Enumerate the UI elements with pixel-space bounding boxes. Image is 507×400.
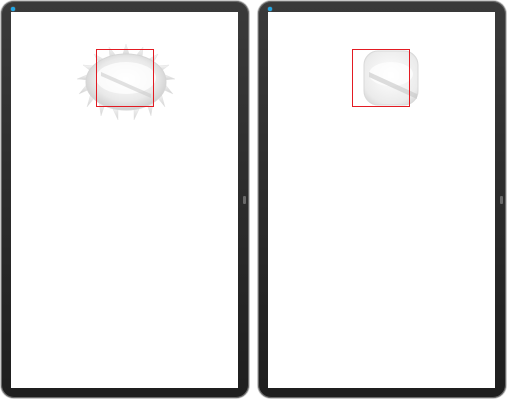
tablet-device-right [258,1,506,398]
front-camera-icon [11,7,15,11]
tablet-device-left [1,1,249,398]
highlight-box-right [352,49,410,107]
tablet-screen-left[interactable] [11,12,238,388]
front-camera-icon [268,7,272,11]
side-button[interactable] [243,196,246,204]
tablet-screen-right[interactable] [268,12,495,388]
device-comparison [0,0,507,400]
side-button[interactable] [500,196,503,204]
highlight-box-left [96,49,154,107]
